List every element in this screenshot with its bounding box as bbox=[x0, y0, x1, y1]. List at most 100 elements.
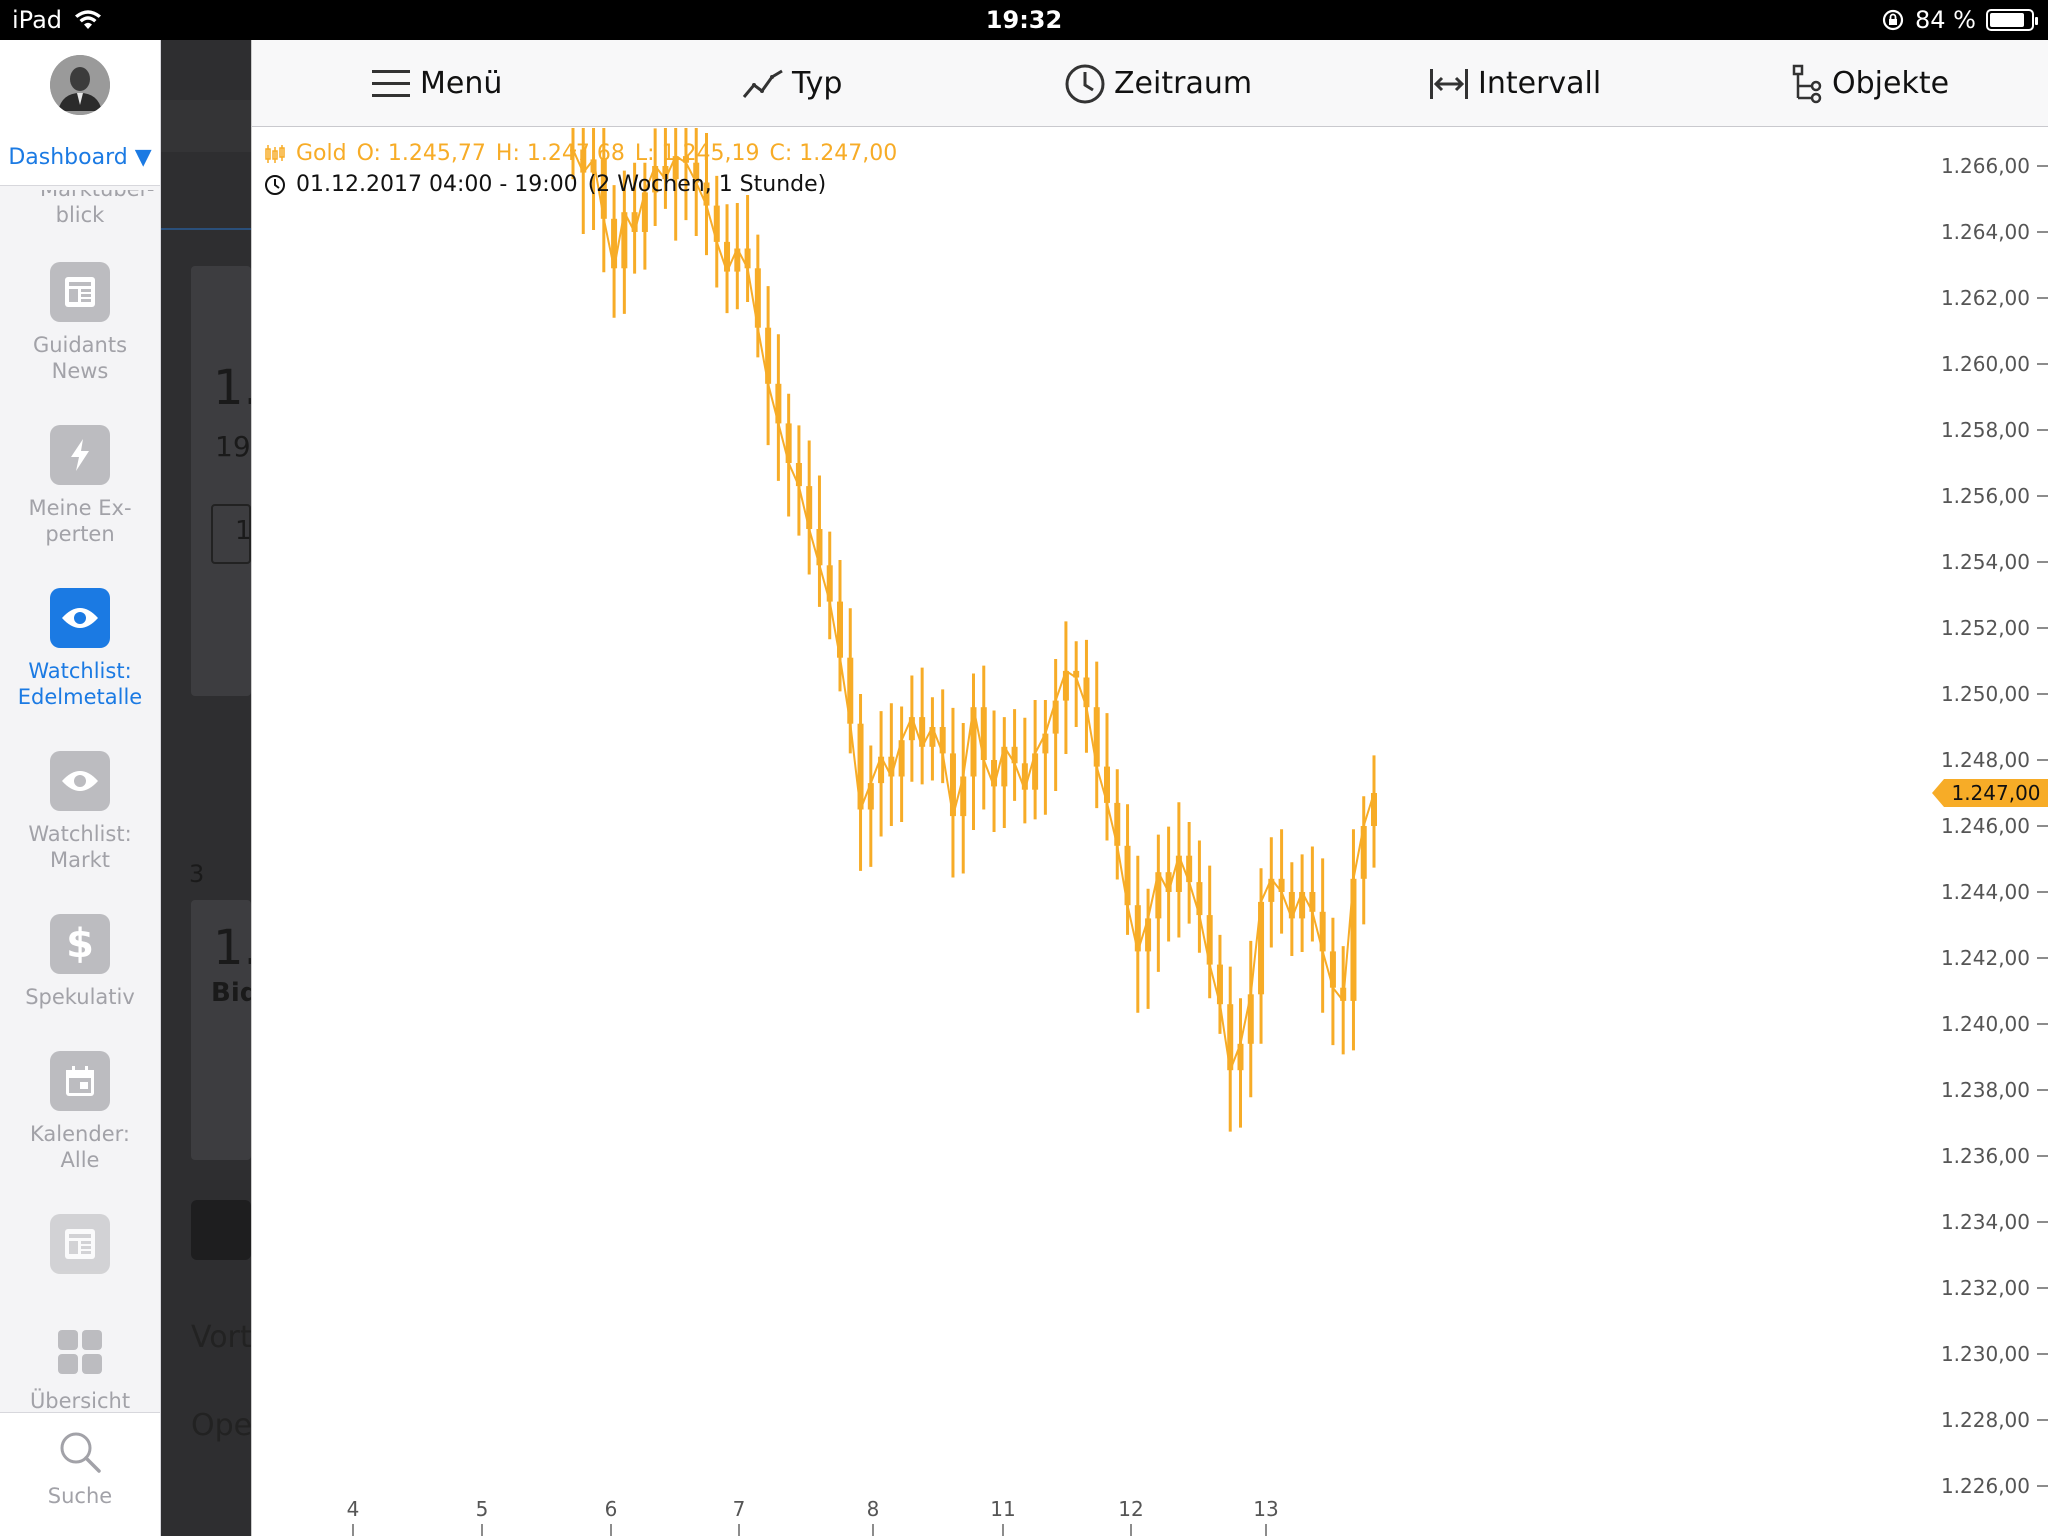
sidebar-item-watchlist-markt[interactable]: Watchlist: Markt bbox=[0, 751, 160, 873]
bg-text: 3 bbox=[189, 860, 205, 888]
background-panel: 1. 19 1 3 1. Bid Vort Ope bbox=[161, 40, 251, 1536]
bg-header bbox=[161, 100, 251, 152]
bg-divider bbox=[161, 228, 251, 230]
battery-percent: 84 % bbox=[1915, 6, 1976, 34]
lightning-icon bbox=[50, 425, 110, 485]
y-tick-label: 1.246,00 bbox=[1941, 814, 2030, 838]
calendar-icon bbox=[50, 1051, 110, 1111]
status-right: 84 % bbox=[1881, 6, 2038, 34]
x-tick-label: 7 bbox=[733, 1497, 746, 1521]
legend-symbol: Gold bbox=[296, 141, 347, 166]
avatar[interactable] bbox=[50, 55, 110, 115]
chart-legend: Gold O: 1.245,77 H: 1.247,68 L: 1.245,19… bbox=[264, 138, 897, 200]
x-tick-label: 12 bbox=[1118, 1497, 1143, 1521]
y-tick-label: 1.266,00 bbox=[1941, 154, 2030, 178]
status-bar: iPad 19:32 84 % bbox=[0, 0, 2048, 40]
objects-button[interactable]: Objekte bbox=[1790, 40, 1949, 127]
objects-label: Objekte bbox=[1832, 66, 1950, 101]
x-axis: 4 5 6 7 8 11 12 13 bbox=[347, 1497, 1279, 1536]
clock-icon bbox=[265, 174, 285, 195]
x-tick-label: 5 bbox=[476, 1497, 489, 1521]
price-tag-label: 1.247,00 bbox=[1951, 781, 2040, 805]
y-tick-label: 1.238,00 bbox=[1941, 1078, 2030, 1102]
ohlc-line: Gold O: 1.245,77 H: 1.247,68 L: 1.245,19… bbox=[264, 138, 897, 169]
y-tick-label: 1.240,00 bbox=[1941, 1012, 2030, 1036]
price-chart[interactable]: 1.266,00 1.264,00 1.262,00 1.260,00 1.258,00… bbox=[252, 128, 2048, 1536]
y-tick-label: 1.236,00 bbox=[1941, 1144, 2030, 1168]
y-tick-label: 1.232,00 bbox=[1941, 1276, 2030, 1300]
bg-button bbox=[191, 1200, 251, 1260]
y-tick-label: 1.234,00 bbox=[1941, 1210, 2030, 1234]
bg-text: 1. bbox=[213, 360, 251, 416]
candlestick-icon bbox=[265, 144, 285, 163]
bg-text: 1 bbox=[235, 516, 251, 546]
menu-icon bbox=[372, 69, 410, 97]
y-tick-label: 1.230,00 bbox=[1941, 1342, 2030, 1366]
x-tick-label: 6 bbox=[605, 1497, 618, 1521]
chart-overlay: Menü Typ Zeitraum Intervall Objekte 1.26… bbox=[251, 40, 2048, 1536]
sidebar-item-uebersicht[interactable]: Übersicht bbox=[0, 1310, 160, 1414]
eye-icon bbox=[50, 751, 110, 811]
type-button[interactable]: Typ bbox=[742, 40, 842, 127]
y-axis: 1.266,00 1.264,00 1.262,00 1.260,00 1.258,00… bbox=[1941, 154, 2048, 1498]
sidebar-item-kalender-alle[interactable]: Kalender: Alle bbox=[0, 1051, 160, 1173]
search-button[interactable]: Suche bbox=[0, 1412, 160, 1536]
y-tick-label: 1.242,00 bbox=[1941, 946, 2030, 970]
series-line bbox=[572, 149, 1375, 1075]
legend-low: L: 1.245,19 bbox=[634, 141, 760, 166]
news-icon bbox=[50, 262, 110, 322]
sidebar-item-partial[interactable] bbox=[0, 1214, 160, 1284]
interval-button[interactable]: Intervall bbox=[1428, 40, 1601, 127]
period-label: Zeitraum bbox=[1114, 66, 1253, 101]
objects-icon bbox=[1792, 64, 1822, 103]
rotation-lock-icon bbox=[1882, 9, 1904, 31]
x-tick-label: 11 bbox=[990, 1497, 1015, 1521]
y-tick-label: 1.256,00 bbox=[1941, 484, 2030, 508]
sidebar-item-meine-experten[interactable]: Meine Ex-perten bbox=[0, 425, 160, 547]
line-chart-icon bbox=[742, 69, 783, 98]
menu-button[interactable]: Menü bbox=[370, 40, 502, 127]
user-icon bbox=[50, 55, 110, 115]
x-tick-label: 4 bbox=[347, 1497, 360, 1521]
sidebar-item-watchlist-edelmetalle[interactable]: Watchlist: Edelmetalle bbox=[0, 588, 160, 710]
bg-text: 19 bbox=[215, 430, 251, 463]
sidebar-item-label: Watchlist: Markt bbox=[28, 822, 132, 872]
sidebar-item-marktueberblick[interactable]: Marktüber-blick bbox=[0, 190, 160, 230]
x-tick-label: 13 bbox=[1253, 1497, 1278, 1521]
sidebar-item-label: Kalender: Alle bbox=[30, 1122, 130, 1172]
y-tick-label: 1.258,00 bbox=[1941, 418, 2030, 442]
dollar-icon: $ bbox=[50, 914, 110, 974]
y-tick-label: 1.248,00 bbox=[1941, 748, 2030, 772]
bg-text: 1. bbox=[213, 920, 251, 976]
search-icon bbox=[60, 1432, 101, 1473]
search-label: Suche bbox=[47, 1484, 113, 1508]
avatar-area bbox=[0, 40, 160, 130]
y-tick-label: 1.228,00 bbox=[1941, 1408, 2030, 1432]
y-tick-label: 1.262,00 bbox=[1941, 286, 2030, 310]
type-label: Typ bbox=[792, 66, 843, 101]
y-tick-label: 1.226,00 bbox=[1941, 1474, 2030, 1498]
sidebar-item-spekulativ[interactable]: $ Spekulativ bbox=[0, 914, 160, 1010]
y-tick-label: 1.250,00 bbox=[1941, 682, 2030, 706]
y-tick-label: 1.252,00 bbox=[1941, 616, 2030, 640]
y-tick-label: 1.244,00 bbox=[1941, 880, 2030, 904]
bg-card bbox=[191, 266, 251, 696]
sidebar-item-label: Meine Ex-perten bbox=[28, 496, 132, 546]
legend-high: H: 1.247,68 bbox=[495, 141, 625, 166]
dashboard-dropdown[interactable]: Dashboard ▼ bbox=[0, 130, 160, 186]
interval-label: Intervall bbox=[1478, 66, 1602, 101]
legend-range: 01.12.2017 04:00 - 19:00 bbox=[296, 172, 578, 197]
period-button[interactable]: Zeitraum bbox=[1064, 40, 1252, 127]
sidebar-item-label: Übersicht bbox=[29, 1389, 131, 1413]
sidebar: Dashboard ▼ Marktüber-blick Guidants New… bbox=[0, 40, 161, 1536]
y-tick-label: 1.254,00 bbox=[1941, 550, 2030, 574]
legend-close: C: 1.247,00 bbox=[769, 141, 898, 166]
sidebar-item-guidants-news[interactable]: Guidants News bbox=[0, 262, 160, 384]
grid-icon bbox=[58, 1330, 102, 1374]
eye-icon bbox=[50, 588, 110, 648]
battery-icon bbox=[1986, 9, 2038, 31]
clock-icon bbox=[1065, 64, 1105, 103]
bg-text: Vort bbox=[191, 1320, 251, 1355]
range-line: 01.12.2017 04:00 - 19:00 (2 Wochen, 1 St… bbox=[264, 169, 897, 200]
sidebar-item-label: Guidants News bbox=[32, 333, 128, 383]
